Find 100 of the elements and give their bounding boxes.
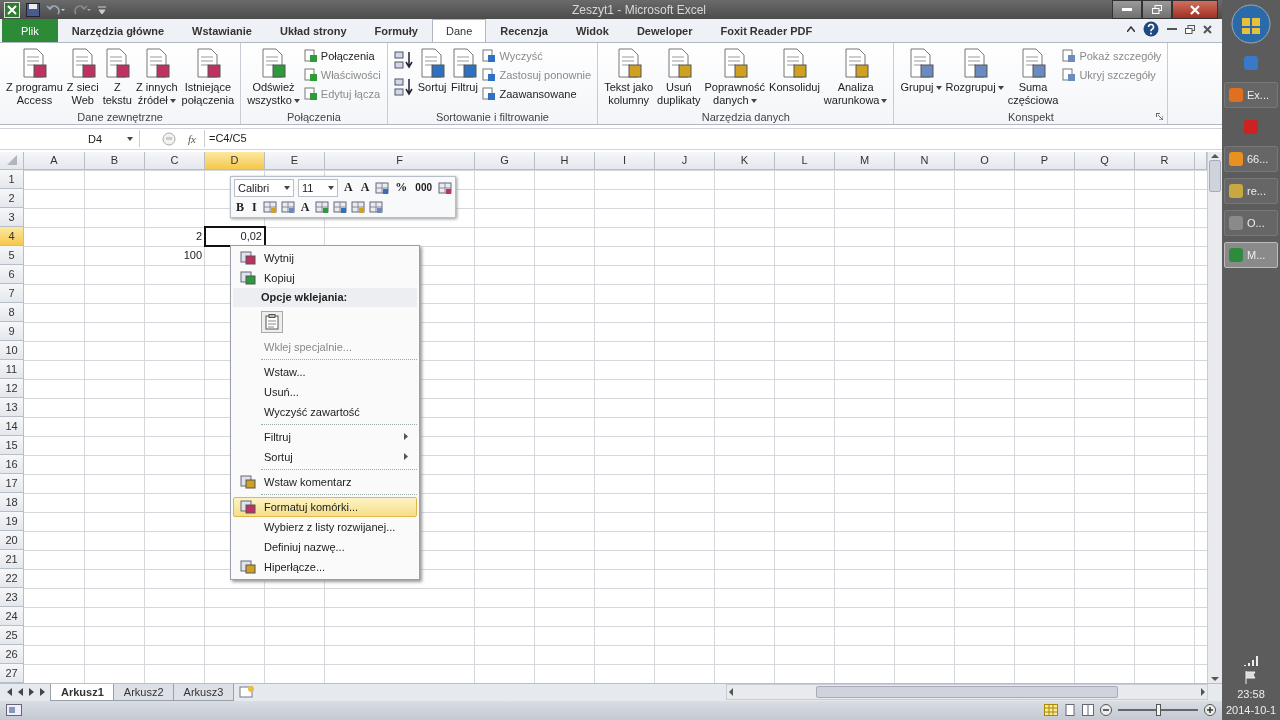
table-cell[interactable]: 0,02 (205, 226, 265, 246)
clock-time[interactable]: 23:58 (1237, 688, 1265, 700)
taskbar-button[interactable]: O... (1224, 210, 1278, 236)
column-header[interactable]: A (24, 151, 85, 170)
grid-icon[interactable] (280, 200, 295, 214)
help-icon[interactable] (1143, 21, 1159, 38)
column-header[interactable]: P (1015, 151, 1075, 170)
ribbon-tab[interactable]: Widok (562, 19, 623, 43)
font-field[interactable]: Calibri (234, 178, 294, 197)
menu-item[interactable]: Sortuj (233, 446, 417, 467)
column-header[interactable]: H (535, 151, 595, 170)
ribbon-button[interactable]: Połączenia (301, 48, 383, 65)
sheet-tab[interactable]: Arkusz1 (50, 683, 115, 701)
scroll-left-icon[interactable] (727, 688, 735, 697)
minimize-button[interactable] (1112, 0, 1142, 20)
grid-icon[interactable] (315, 200, 330, 214)
normal-view-icon[interactable] (1044, 704, 1058, 717)
taskbar-button[interactable]: 66... (1224, 146, 1278, 172)
start-orb-icon[interactable] (1231, 4, 1271, 44)
menu-item[interactable]: Wstaw komentarz (233, 471, 417, 492)
menu-item[interactable]: Hiperłącze... (233, 556, 417, 577)
toolbar-button[interactable]: A (358, 180, 372, 195)
sheet-tab[interactable]: Arkusz3 (172, 683, 235, 701)
flag-icon[interactable] (1244, 670, 1258, 684)
column-header[interactable]: I (595, 151, 655, 170)
column-header[interactable]: B (85, 151, 145, 170)
ribbon-button[interactable]: Rozgrupuj (943, 46, 1006, 97)
customize-toolbar-icon[interactable] (98, 5, 106, 14)
save-icon[interactable] (26, 2, 40, 17)
taskbar-button[interactable]: Ex... (1224, 82, 1278, 108)
toolbar-button[interactable]: % (393, 180, 410, 195)
table-cell[interactable]: 100 (145, 245, 205, 265)
ribbon-button[interactable]: Filtruj (448, 46, 481, 97)
sheet-tab[interactable]: Arkusz2 (112, 683, 175, 701)
toolbar-button[interactable]: I (250, 199, 259, 215)
collapse-ribbon-icon[interactable] (1127, 26, 1135, 33)
ribbon-button[interactable]: Grupuj (898, 46, 944, 97)
column-header[interactable]: G (475, 151, 535, 170)
column-header[interactable]: R (1135, 151, 1195, 170)
menu-item[interactable]: Filtruj (233, 426, 417, 447)
ribbon-tab[interactable]: Wstawianie (178, 19, 266, 43)
table-cell[interactable]: 2 (145, 226, 205, 246)
grid-icon[interactable] (375, 180, 390, 195)
paste-button[interactable] (261, 310, 283, 333)
ribbon-tab[interactable]: Dane (432, 19, 487, 43)
column-header[interactable]: K (715, 151, 775, 170)
scroll-down-icon[interactable] (1211, 674, 1219, 683)
ribbon-tab[interactable]: Foxit Reader PDF (706, 19, 827, 43)
grid-icon[interactable] (369, 200, 384, 214)
restore-icon[interactable] (1185, 24, 1195, 34)
spreadsheet-app-icon[interactable] (4, 1, 20, 18)
column-header[interactable]: D (205, 151, 265, 170)
signal-icon[interactable] (1243, 654, 1259, 666)
grid-icon[interactable] (262, 200, 277, 214)
column-header[interactable]: N (895, 151, 955, 170)
menu-item[interactable]: Formatuj komórki... (233, 496, 417, 517)
ribbon-button[interactable]: Sortuj (415, 46, 449, 97)
name-box[interactable]: D4 (0, 130, 140, 148)
grid-icon[interactable] (333, 200, 348, 214)
ribbon-button[interactable]: Konsoliduj (767, 46, 822, 97)
zoom-out-icon[interactable] (1100, 704, 1112, 717)
vertical-scrollbar[interactable] (1207, 151, 1222, 683)
minimize-icon[interactable] (1167, 27, 1177, 31)
grid-icon[interactable] (438, 180, 453, 195)
page-break-icon[interactable] (1082, 704, 1094, 717)
scroll-thumb[interactable] (1209, 159, 1221, 192)
scroll-thumb[interactable] (816, 686, 1118, 699)
dialog-launcher-icon[interactable] (1156, 113, 1164, 121)
ribbon-tab[interactable]: Układ strony (265, 19, 361, 43)
undo-icon[interactable] (46, 2, 66, 17)
column-header[interactable]: L (775, 151, 835, 170)
page-layout-icon[interactable] (1064, 704, 1076, 717)
menu-item[interactable]: Kopiuj (233, 267, 417, 288)
clock-date[interactable]: 2014-10-1 (1225, 704, 1277, 716)
ribbon-button[interactable]: Zaawansowane (480, 86, 594, 103)
font-size-field[interactable]: 11 (298, 178, 338, 197)
column-header[interactable]: C (145, 151, 205, 170)
menu-item[interactable]: Wybierz z listy rozwijanej... (233, 516, 417, 537)
grid-icon[interactable] (351, 200, 366, 214)
column-header[interactable]: M (835, 151, 895, 170)
toolbar-button[interactable]: A (342, 180, 355, 195)
column-header[interactable]: J (655, 151, 715, 170)
toolbar-button[interactable]: 000 (413, 182, 435, 193)
scroll-right-icon[interactable] (1199, 688, 1207, 697)
column-header[interactable]: E (265, 151, 325, 170)
ribbon-button[interactable]: Poprawność danych (702, 46, 768, 110)
ribbon-button[interactable]: Istniejące połączenia (179, 46, 237, 110)
zoom-in-icon[interactable] (1204, 704, 1216, 717)
column-header[interactable]: Q (1075, 151, 1135, 170)
ribbon-tab[interactable]: Plik (2, 19, 58, 43)
ribbon-button[interactable]: Tekst jako kolumny (602, 46, 656, 110)
toolbar-button[interactable]: A (298, 199, 312, 215)
close-icon[interactable] (1203, 24, 1212, 34)
column-header[interactable]: O (955, 151, 1015, 170)
ribbon-tab[interactable]: Recenzja (486, 19, 562, 43)
ribbon-button[interactable]: Z innych źródeł (134, 46, 180, 110)
ribbon-button[interactable]: Z tekstu (100, 46, 134, 110)
menu-item[interactable]: Usuń... (233, 381, 417, 402)
macro-record-icon[interactable] (6, 704, 22, 717)
taskbar-button[interactable]: re... (1224, 178, 1278, 204)
